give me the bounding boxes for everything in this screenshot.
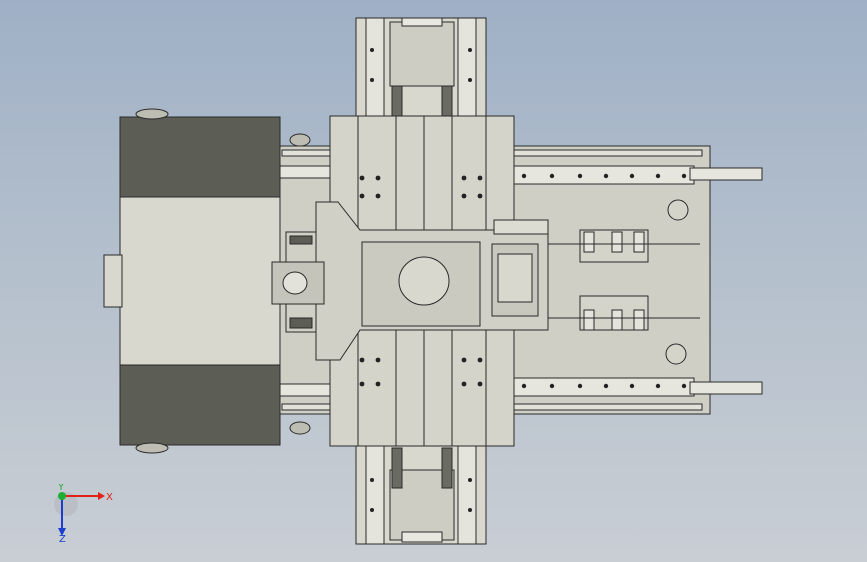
machine-assembly[interactable] (103, 17, 763, 545)
axis-triad: X Y Z (54, 484, 113, 544)
cad-viewport[interactable] (0, 0, 867, 562)
x-axis-label: X (106, 492, 113, 503)
y-axis-label: Y (57, 484, 65, 493)
y-axis-dot (58, 492, 66, 500)
x-arrowhead (98, 492, 105, 500)
z-axis-label: Z (59, 534, 66, 544)
